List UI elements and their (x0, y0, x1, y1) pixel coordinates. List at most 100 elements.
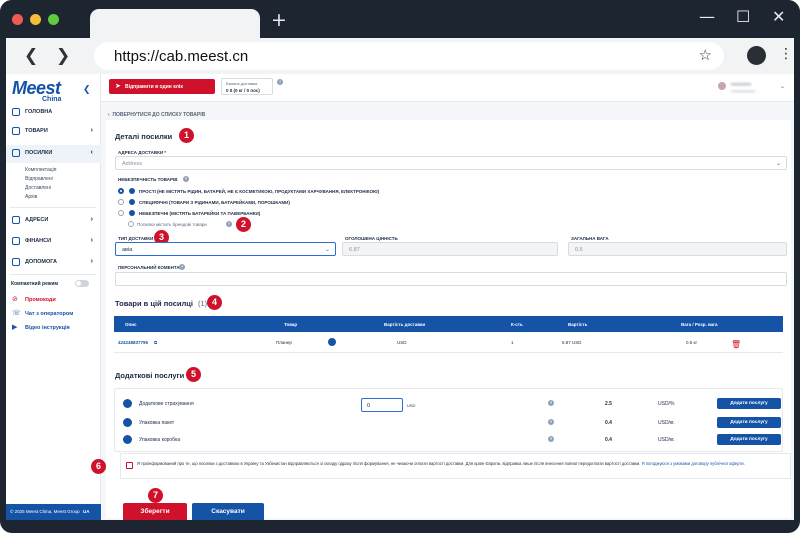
branded-help-icon[interactable]: ? (226, 221, 232, 227)
user-avatar[interactable] (718, 82, 726, 90)
service-price: 0.4 (605, 437, 612, 443)
col-description: Опис (125, 322, 137, 327)
branded-goods-checkbox[interactable] (128, 221, 134, 227)
chevron-down-icon[interactable]: ⌄ (780, 83, 785, 90)
parcel-details-title: Деталі посилки (115, 132, 173, 141)
services-box: Додаткове страхування 0 USD ? 2.5 USD/% … (114, 388, 783, 452)
sidebar-item-addresses[interactable]: АДРЕСИ › (6, 212, 101, 230)
service-help-icon[interactable]: ? (548, 419, 554, 425)
maximize-icon[interactable]: ☐ (736, 9, 750, 25)
sidebar-item-finance[interactable]: ФІНАНСИ › (6, 233, 101, 251)
chevron-right-icon: › (90, 216, 93, 223)
comment-label: ПЕРСОНАЛЬНИЙ КОМЕНТАР (118, 265, 183, 270)
video-icon: ▶ (12, 324, 18, 331)
step-badge: 1 (179, 128, 194, 143)
collapse-sidebar-icon[interactable]: ❮ (83, 84, 91, 95)
address-placeholder: Address (122, 161, 143, 167)
step-badge: 7 (148, 488, 163, 503)
bookmark-star-icon[interactable]: ☆ (699, 46, 712, 64)
service-price: 0.4 (605, 420, 612, 426)
help-icon (12, 258, 20, 266)
tracking-number-link[interactable]: 424248837795 (118, 340, 148, 345)
chevron-right-icon: › (90, 237, 93, 244)
sidebar-item-parcels[interactable]: ПОСИЛКИ ‹ (6, 145, 101, 163)
address-label: АДРЕСА ДОСТАВКИ * (118, 150, 167, 155)
consent-checkbox[interactable] (126, 462, 133, 469)
minimize-window-dot[interactable] (30, 14, 41, 25)
insurance-value: 0 (367, 403, 371, 409)
sidebar-item-home[interactable]: ГОЛОВНА (6, 104, 101, 122)
compact-mode-toggle[interactable] (75, 280, 89, 287)
chevron-down-icon: ⌄ (775, 161, 781, 167)
item-name: Планер (276, 340, 292, 345)
total-weight-label: ЗАГАЛЬНА ВАГА (571, 236, 609, 241)
insurance-input[interactable]: 0 (361, 398, 403, 412)
branded-goods-label[interactable]: Посилка містить брендові товари (137, 222, 207, 227)
service-help-icon[interactable]: ? (548, 400, 554, 406)
sidebar-sub-item[interactable]: Відправлені (25, 176, 53, 182)
hazard-help-icon[interactable]: ? (183, 176, 189, 182)
video-link[interactable]: Відео інструкція (25, 325, 70, 331)
item-qty: 1 (511, 340, 514, 345)
save-button[interactable]: Зберегти (123, 503, 187, 520)
delete-icon[interactable]: 🗑 (731, 340, 741, 349)
profile-icon[interactable] (747, 46, 766, 65)
sidebar-item-help[interactable]: ДОПОМОГА › (6, 254, 101, 272)
offer-agreement-link[interactable]: Я погоджуюся з умовами договору публічно… (642, 461, 745, 466)
col-weight: Вага / Розр. вага (681, 322, 718, 327)
hazard-option-dangerous-label[interactable]: НЕБЕЗПЕЧНІ (МІСТЯТЬ БАТАРЕЙКИ ТА ПАВЕРБА… (139, 211, 260, 216)
goods-count: (1) (198, 299, 208, 308)
consent-text: Я проінформований про те, що посилки з д… (137, 461, 787, 467)
url-text[interactable]: https://cab.meest.cn (114, 48, 248, 65)
hazard-option-specific-radio[interactable] (118, 199, 124, 205)
balance-help-icon[interactable]: ? (277, 79, 283, 85)
step-badge: 6 (91, 459, 106, 474)
service-unit: USD/кг. (658, 420, 675, 426)
sidebar-sub-item[interactable]: Комплектація (25, 167, 56, 173)
hazard-option-dangerous-radio[interactable] (118, 210, 124, 216)
hazard-option-specific-label[interactable]: СПЕЦИФІЧНІ (ТОВАРИ З РІДИНАМИ, БАТАРЕЙКА… (139, 200, 290, 205)
promo-link[interactable]: Промокоди (25, 297, 56, 303)
back-arrow-icon[interactable]: ❮ (24, 46, 38, 66)
chevron-right-icon: › (90, 258, 93, 265)
address-select[interactable]: Address ⌄ (115, 156, 787, 170)
comment-help-icon[interactable]: ? (179, 264, 185, 270)
back-to-goods-link[interactable]: ‹ ПОВЕРНУТИСЯ ДО СПИСКУ ТОВАРІВ (108, 112, 205, 118)
add-service-button[interactable]: Додати послугу (717, 417, 781, 428)
close-window-dot[interactable] (12, 14, 23, 25)
declared-value: 6.87 (349, 247, 360, 253)
compact-mode-label: Компактний режим (11, 281, 59, 287)
box-icon (12, 149, 20, 157)
copy-icon[interactable]: ⧉ (154, 340, 157, 345)
bag-icon (123, 418, 132, 427)
minimize-icon[interactable]: — (699, 9, 715, 25)
chat-link[interactable]: Чат з оператором (25, 311, 73, 317)
language-switch[interactable]: UA (83, 509, 90, 514)
close-icon[interactable]: ✕ (772, 9, 785, 25)
consent-box: Я проінформований про те, що посилки з д… (120, 453, 791, 479)
forward-arrow-icon[interactable]: ❯ (56, 46, 70, 66)
add-service-button[interactable]: Додати послугу (717, 398, 781, 409)
new-tab-button[interactable]: + (271, 11, 287, 30)
sidebar-sub-item[interactable]: Архів (25, 194, 37, 200)
sidebar-item-label: ТОВАРИ (25, 128, 48, 134)
total-weight-field: 0.5 (568, 242, 787, 256)
hazard-option-simple-radio[interactable] (118, 188, 124, 194)
main-content: ‹ ПОВЕРНУТИСЯ ДО СПИСКУ ТОВАРІВ Деталі п… (91, 102, 794, 520)
sidebar-footer: © 2025 Meest China, Meest Group UA (6, 504, 101, 520)
address-bar[interactable]: https://cab.meest.cn ☆ (94, 42, 724, 70)
user-name[interactable]: ▬▬▬▬ (731, 81, 751, 87)
send-one-click-button[interactable]: ➤ Відправити в один клік (109, 79, 215, 94)
comment-input[interactable] (115, 272, 787, 286)
add-service-button[interactable]: Додати послугу (717, 434, 781, 445)
cancel-button[interactable]: Скасувати (192, 503, 264, 520)
col-item: Товар (284, 322, 298, 327)
sidebar-sub-item[interactable]: Доставлені (25, 185, 51, 191)
browser-tab[interactable] (90, 9, 260, 38)
menu-kebab-icon[interactable]: ⋮ (779, 46, 793, 62)
delivery-type-select[interactable]: авіа ⌄ (115, 242, 336, 256)
sidebar-item-goods[interactable]: ТОВАРИ › (6, 123, 101, 141)
hazard-option-simple-label[interactable]: ПРОСТІ (НЕ МІСТЯТЬ РІДИН, БАТАРЕЙ, НЕ Є … (139, 189, 379, 194)
zoom-window-dot[interactable] (48, 14, 59, 25)
service-help-icon[interactable]: ? (548, 436, 554, 442)
